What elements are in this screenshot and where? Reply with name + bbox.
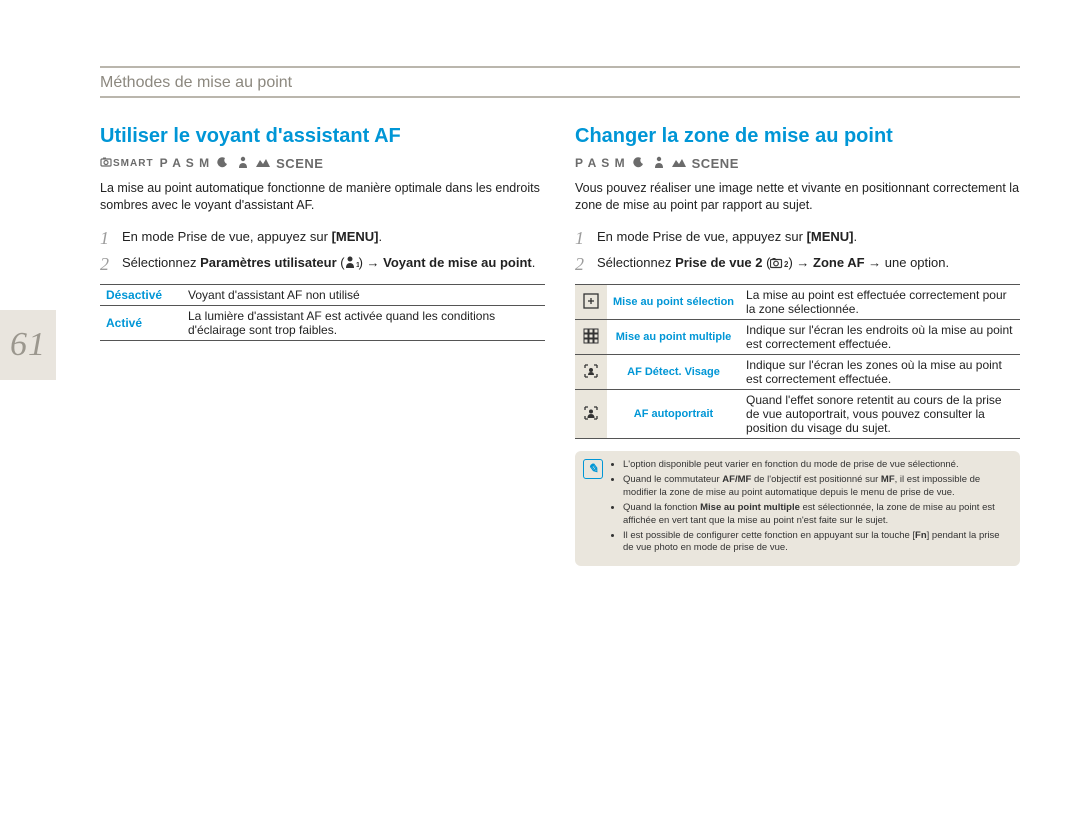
note-box: ✎ L'option disponible peut varier en fon… — [575, 451, 1020, 565]
content-columns: Utiliser le voyant d'assistant AF SMART … — [100, 125, 1020, 795]
page-number: 61 — [10, 326, 46, 364]
table-row: Mise au point multiple Indique sur l'écr… — [575, 320, 1020, 355]
right-step-1: En mode Prise de vue, appuyez sur [MENU]… — [575, 228, 1020, 246]
af-selection-desc: La mise au point est effectuée correctem… — [740, 285, 1020, 320]
scene-text: SCENE — [276, 156, 323, 171]
note-item: Quand le commutateur AF/MF de l'objectif… — [623, 474, 1010, 499]
scene-text: SCENE — [692, 156, 739, 171]
af-self-desc: Quand l'effet sonore retentit au cours d… — [740, 390, 1020, 439]
left-intro: La mise au point automatique fonctionne … — [100, 180, 545, 214]
af-face-desc: Indique sur l'écran les zones où la mise… — [740, 355, 1020, 390]
opt-activated-label: Activé — [100, 306, 182, 341]
note-item: L'option disponible peut varier en fonct… — [623, 459, 1010, 471]
page-number-tab: 61 — [0, 310, 56, 380]
right-step-2: Sélectionnez Prise de vue 2 (2) → Zone A… — [575, 254, 1020, 274]
portrait-icon — [652, 156, 666, 171]
pasm-text: P A S M — [160, 156, 211, 170]
left-mode-line: SMART P A S M SCENE — [100, 154, 545, 172]
opt-deactivated-label: Désactivé — [100, 285, 182, 306]
af-self-icon — [575, 390, 607, 439]
landscape-icon — [256, 156, 270, 170]
note-list: L'option disponible peut varier en fonct… — [609, 459, 1010, 554]
table-row: Désactivé Voyant d'assistant AF non util… — [100, 285, 545, 306]
left-steps: En mode Prise de vue, appuyez sur [MENU]… — [100, 228, 545, 274]
night-icon — [632, 156, 646, 171]
right-title: Changer la zone de mise au point — [575, 125, 1020, 148]
table-row: Activé La lumière d'assistant AF est act… — [100, 306, 545, 341]
opt-deactivated-desc: Voyant d'assistant AF non utilisé — [182, 285, 545, 306]
table-row: AF autoportrait Quand l'effet sonore ret… — [575, 390, 1020, 439]
camera-2-icon: 2 — [770, 256, 788, 274]
page-header-text: Méthodes de mise au point — [100, 74, 292, 91]
user-settings-icon: 1 — [345, 255, 359, 274]
right-steps: En mode Prise de vue, appuyez sur [MENU]… — [575, 228, 1020, 274]
left-step-1: En mode Prise de vue, appuyez sur [MENU]… — [100, 228, 545, 246]
note-item: Quand la fonction Mise au point multiple… — [623, 502, 1010, 527]
af-multiple-desc: Indique sur l'écran les endroits où la m… — [740, 320, 1020, 355]
manual-page: 61 Méthodes de mise au point Utiliser le… — [0, 0, 1080, 815]
page-header-bar: Méthodes de mise au point — [100, 66, 1020, 98]
af-selection-label: Mise au point sélection — [607, 285, 740, 320]
landscape-icon — [672, 156, 686, 170]
table-row: AF Détect. Visage Indique sur l'écran le… — [575, 355, 1020, 390]
opt-activated-desc: La lumière d'assistant AF est activée qu… — [182, 306, 545, 341]
left-options-table: Désactivé Voyant d'assistant AF non util… — [100, 284, 545, 341]
af-self-label: AF autoportrait — [607, 390, 740, 439]
left-column: Utiliser le voyant d'assistant AF SMART … — [100, 125, 545, 795]
af-multiple-label: Mise au point multiple — [607, 320, 740, 355]
note-icon: ✎ — [583, 459, 603, 479]
af-face-label: AF Détect. Visage — [607, 355, 740, 390]
night-icon — [216, 156, 230, 171]
af-face-icon — [575, 355, 607, 390]
portrait-icon — [236, 156, 250, 171]
pasm-text: P A S M — [575, 156, 626, 170]
af-selection-icon — [575, 285, 607, 320]
right-options-table: Mise au point sélection La mise au point… — [575, 284, 1020, 439]
note-item: Il est possible de configurer cette fonc… — [623, 530, 1010, 555]
table-row: Mise au point sélection La mise au point… — [575, 285, 1020, 320]
right-intro: Vous pouvez réaliser une image nette et … — [575, 180, 1020, 214]
af-multiple-icon — [575, 320, 607, 355]
smart-icon: SMART — [100, 158, 154, 169]
left-step-2: Sélectionnez Paramètres utilisateur (1) … — [100, 254, 545, 274]
right-mode-line: P A S M SCENE — [575, 154, 1020, 172]
left-title: Utiliser le voyant d'assistant AF — [100, 125, 545, 148]
right-column: Changer la zone de mise au point P A S M… — [575, 125, 1020, 795]
